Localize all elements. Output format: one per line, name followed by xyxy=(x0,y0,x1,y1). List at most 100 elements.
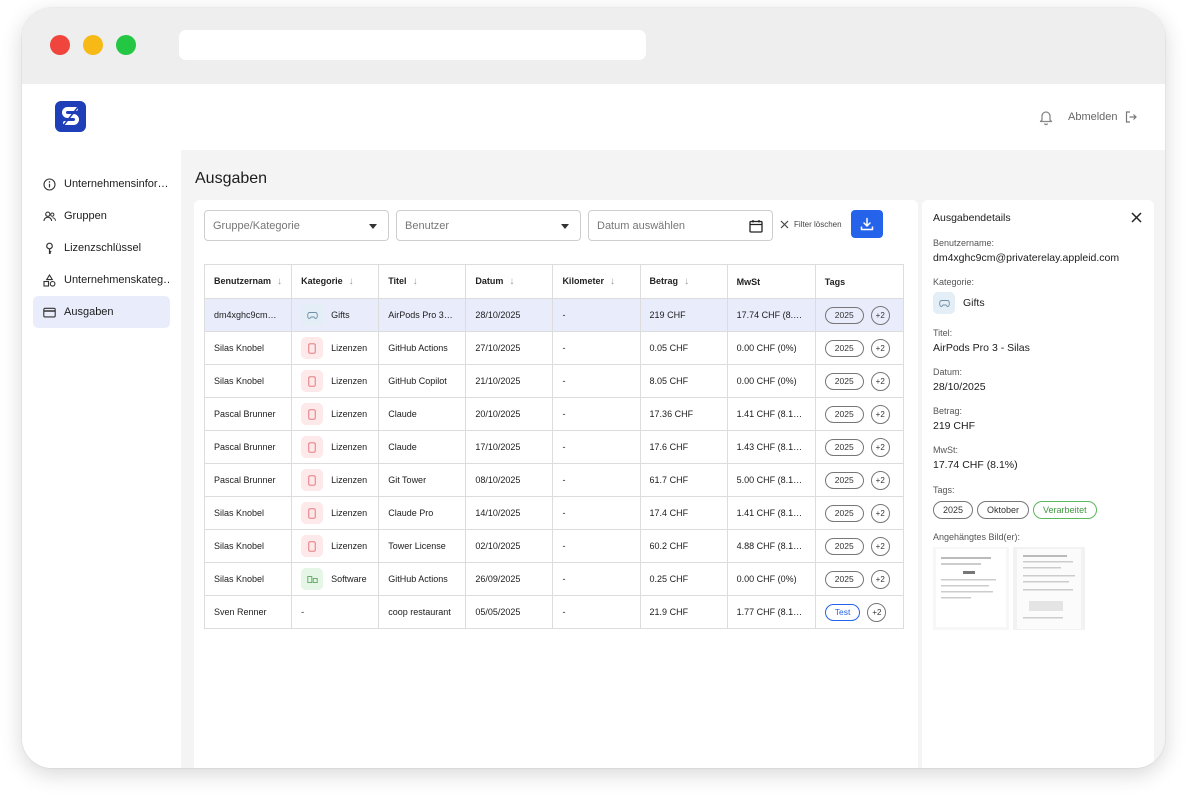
sidebar-item-groups[interactable]: Gruppen xyxy=(33,200,170,232)
cell-vat: 1.41 CHF (8.1… xyxy=(726,496,816,530)
sidebar-item-company-categories[interactable]: Unternehmenskateg… xyxy=(33,264,170,296)
column-header-title[interactable]: Titel ↓ xyxy=(378,264,467,299)
table-row[interactable]: Pascal Brunner Lizenzen Git Tower 08/10/202… xyxy=(203,463,905,497)
cell-date: 20/10/2025 xyxy=(465,397,554,431)
column-header-category[interactable]: Kategorie ↓ xyxy=(291,264,380,299)
category-label: Kategorie: xyxy=(933,277,975,287)
receipt-thumbnail[interactable] xyxy=(933,547,1085,630)
cell-vat: 0.00 CHF (0%) xyxy=(726,331,816,365)
logout-icon xyxy=(1125,111,1137,123)
cell-tags: 2025 +2 xyxy=(814,397,905,431)
sidebar-item-company-info[interactable]: Unternehmensinfor… xyxy=(33,168,170,200)
cell-amount: 60.2 CHF xyxy=(639,529,728,563)
clear-filter-label: Filter löschen xyxy=(794,220,842,229)
date-picker-input[interactable]: Datum auswählen xyxy=(588,210,773,241)
phone-icon xyxy=(301,436,324,458)
tag-chip[interactable]: 2025 xyxy=(824,405,864,423)
tag-chip[interactable]: Test xyxy=(824,603,861,621)
column-header-date[interactable]: Datum ↓ xyxy=(465,264,554,299)
table-row[interactable]: Silas Knobel Lizenzen GitHub Copilot 21/10/… xyxy=(203,364,905,398)
amount-label: Betrag: xyxy=(933,406,963,416)
table-row[interactable]: Silas Knobel Lizenzen GitHub Actions 27/10/… xyxy=(203,331,905,365)
column-label: Titel xyxy=(388,276,407,286)
calendar-icon[interactable] xyxy=(749,219,763,233)
cell-tags: 2025 +2 xyxy=(814,364,905,398)
cell-amount: 21.9 CHF xyxy=(639,595,728,629)
cell-title: Git Tower xyxy=(378,463,467,497)
sort-arrow-icon: ↓ xyxy=(348,276,354,287)
tag-chip[interactable]: Oktober xyxy=(977,501,1030,519)
more-tags-button[interactable]: +2 xyxy=(870,569,890,589)
more-tags-button[interactable]: +2 xyxy=(870,437,890,457)
cell-amount: 17.4 CHF xyxy=(639,496,728,530)
bell-icon[interactable] xyxy=(1038,108,1054,126)
more-tags-button[interactable]: +2 xyxy=(870,338,890,358)
cell-date: 02/10/2025 xyxy=(465,529,554,563)
cell-title: GitHub Copilot xyxy=(378,364,467,398)
column-header-kilometer[interactable]: Kilometer ↓ xyxy=(552,264,641,299)
sidebar-item-expenses[interactable]: Ausgaben xyxy=(33,296,170,328)
cell-kilometer: - xyxy=(552,562,641,596)
cell-amount: 8.05 CHF xyxy=(639,364,728,398)
more-tags-button[interactable]: +2 xyxy=(870,305,890,325)
column-header-username[interactable]: Benutzernam ↓ xyxy=(203,264,293,299)
category-text: Lizenzen xyxy=(331,409,368,419)
tag-chip[interactable]: 2025 xyxy=(824,570,864,588)
clear-filter-button[interactable]: Filter löschen xyxy=(780,220,842,229)
table-row[interactable]: Pascal Brunner Lizenzen Claude 17/10/2025-1… xyxy=(203,430,905,464)
tag-chip[interactable]: 2025 xyxy=(824,339,864,357)
cell-title: GitHub Actions xyxy=(378,331,467,365)
download-button[interactable] xyxy=(851,210,883,238)
more-tags-button[interactable]: +2 xyxy=(867,602,887,622)
column-header-amount[interactable]: Betrag ↓ xyxy=(639,264,728,299)
cell-category: Software xyxy=(291,562,380,596)
close-icon[interactable] xyxy=(1131,212,1142,223)
tag-chip[interactable]: 2025 xyxy=(824,504,864,522)
browser-titlebar xyxy=(22,8,1165,84)
table-row[interactable]: Pascal Brunner Lizenzen Claude 20/10/2025-1… xyxy=(203,397,905,431)
tag-chip[interactable]: 2025 xyxy=(933,501,974,519)
table-row[interactable]: dm4xghc9cm… Gifts AirPods Pro 3… 28/10/2025… xyxy=(203,298,905,332)
cell-user: Silas Knobel xyxy=(203,364,293,398)
tag-chip[interactable]: 2025 xyxy=(824,471,864,489)
close-window-button[interactable] xyxy=(50,35,70,55)
username-label: Benutzername: xyxy=(933,238,995,248)
category-value: Gifts xyxy=(933,292,985,314)
minimize-window-button[interactable] xyxy=(83,35,103,55)
table-row[interactable]: Sven Renner - coop restaurant 05/05/2025-21… xyxy=(203,595,905,629)
caret-down-icon xyxy=(369,224,377,229)
logout-button[interactable]: Abmelden xyxy=(1068,108,1138,126)
cell-kilometer: - xyxy=(552,496,641,530)
user-select[interactable]: Benutzer xyxy=(396,210,581,241)
category-text: Lizenzen xyxy=(331,343,368,353)
more-tags-button[interactable]: +2 xyxy=(870,536,890,556)
column-label: Datum xyxy=(475,276,504,286)
cell-kilometer: - xyxy=(552,463,641,497)
cell-category: Lizenzen xyxy=(291,364,380,398)
app-logo[interactable] xyxy=(55,101,86,132)
tag-chip[interactable]: 2025 xyxy=(824,438,864,456)
cell-user: Sven Renner xyxy=(203,595,293,629)
group-category-select[interactable]: Gruppe/Kategorie xyxy=(204,210,389,241)
table-row[interactable]: Silas Knobel Software GitHub Actions 26/09/… xyxy=(203,562,905,596)
table-row[interactable]: Silas Knobel Lizenzen Claude Pro 14/10/2025… xyxy=(203,496,905,530)
more-tags-button[interactable]: +2 xyxy=(870,404,890,424)
sort-arrow-icon: ↓ xyxy=(412,276,418,287)
more-tags-button[interactable]: +2 xyxy=(870,371,890,391)
table-row[interactable]: Silas Knobel Lizenzen Tower License 02/10/2… xyxy=(203,529,905,563)
tag-chip[interactable]: 2025 xyxy=(824,372,864,390)
address-bar[interactable] xyxy=(179,30,646,60)
tag-chip[interactable]: 2025 xyxy=(824,537,864,555)
cell-date: 08/10/2025 xyxy=(465,463,554,497)
more-tags-button[interactable]: +2 xyxy=(870,503,890,523)
tag-chip-processed[interactable]: Verarbeitet xyxy=(1033,501,1097,519)
more-tags-button[interactable]: +2 xyxy=(870,470,890,490)
tag-chip[interactable]: 2025 xyxy=(824,306,864,324)
shapes-icon xyxy=(43,273,56,287)
maximize-window-button[interactable] xyxy=(116,35,136,55)
users-icon xyxy=(43,211,56,221)
app-header xyxy=(22,84,1165,150)
sidebar-item-label: Ausgaben xyxy=(64,306,114,318)
sidebar-item-license-keys[interactable]: Lizenzschlüssel xyxy=(33,232,170,264)
cell-category: Lizenzen xyxy=(291,430,380,464)
